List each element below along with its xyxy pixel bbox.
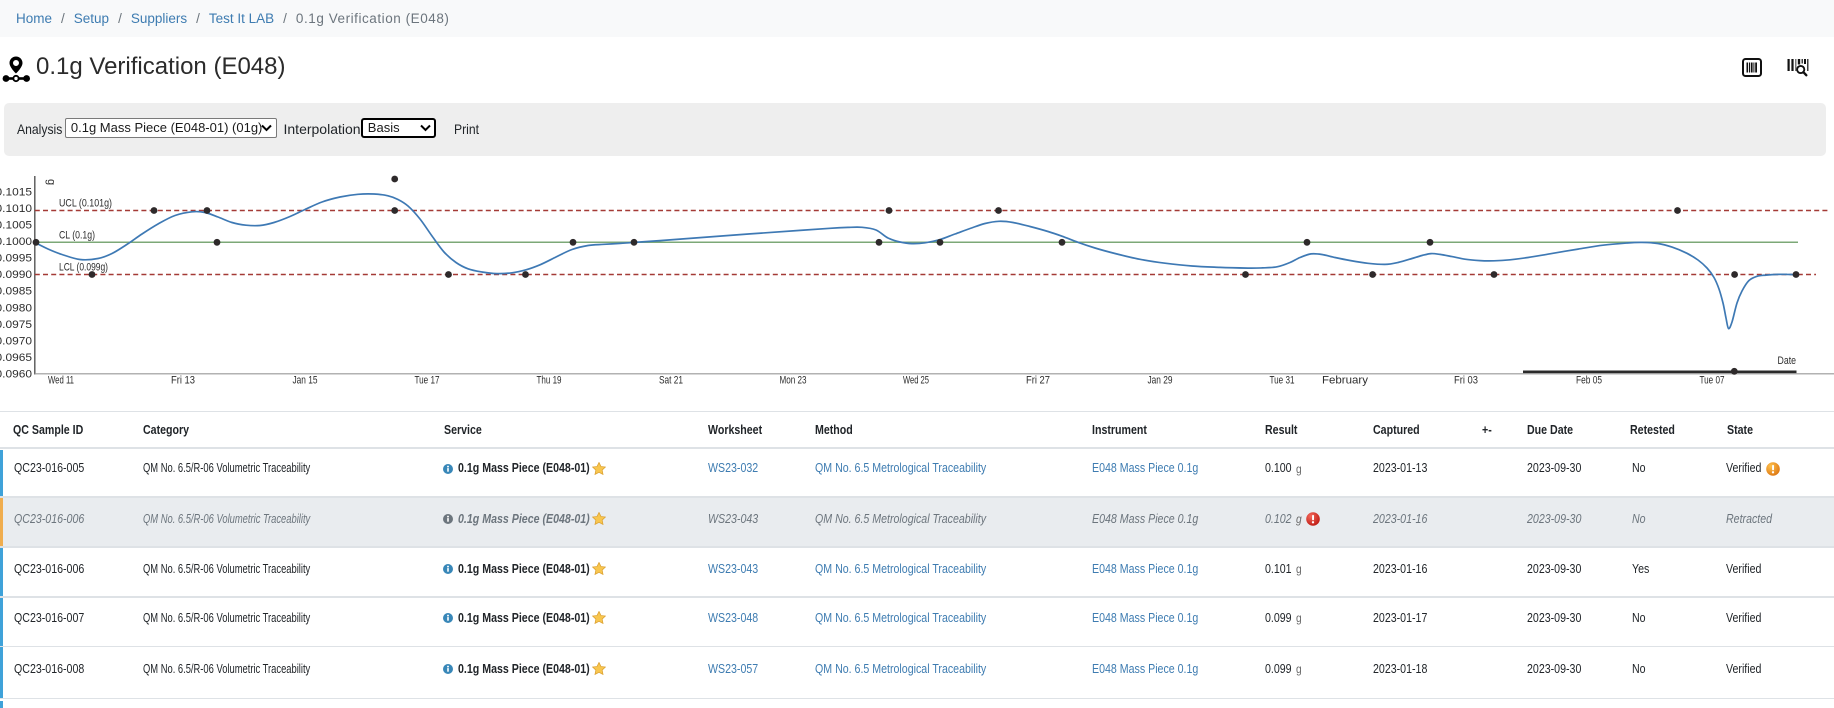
svg-text:Fri 03: Fri 03 [1454, 375, 1478, 387]
svg-text:UCL (0.101g): UCL (0.101g) [59, 198, 112, 210]
svg-text:0.1005: 0.1005 [0, 220, 32, 232]
svg-text:Mon 23: Mon 23 [780, 375, 807, 387]
svg-text:0.0990: 0.0990 [0, 269, 32, 281]
svg-text:0.0975: 0.0975 [0, 319, 32, 331]
svg-text:0.0985: 0.0985 [0, 286, 32, 298]
svg-text:0.0960: 0.0960 [0, 369, 32, 381]
svg-text:Tue 17: Tue 17 [415, 375, 440, 387]
svg-text:0.1010: 0.1010 [0, 203, 32, 215]
svg-text:Wed 11: Wed 11 [48, 375, 74, 387]
svg-text:CL (0.1g): CL (0.1g) [59, 230, 95, 242]
svg-text:Sat 21: Sat 21 [659, 375, 683, 387]
svg-text:Fri 27: Fri 27 [1026, 375, 1050, 387]
svg-text:Fri 13: Fri 13 [171, 375, 195, 387]
svg-text:g: g [45, 179, 57, 185]
svg-text:0.1015: 0.1015 [0, 186, 32, 198]
svg-text:Date: Date [1778, 355, 1797, 367]
svg-text:Jan 15: Jan 15 [293, 375, 318, 387]
svg-text:Jan 29: Jan 29 [1148, 375, 1173, 387]
svg-text:LCL (0.099g): LCL (0.099g) [59, 262, 108, 274]
svg-text:Thu 19: Thu 19 [537, 375, 562, 387]
svg-text:February: February [1322, 375, 1369, 387]
svg-text:0.0965: 0.0965 [0, 352, 32, 364]
svg-text:0.0980: 0.0980 [0, 302, 32, 314]
svg-text:Wed 25: Wed 25 [903, 375, 929, 387]
svg-text:Feb 05: Feb 05 [1576, 375, 1602, 387]
svg-text:0.1000: 0.1000 [0, 236, 32, 248]
svg-text:0.0995: 0.0995 [0, 253, 32, 265]
svg-text:Tue 31: Tue 31 [1270, 375, 1295, 387]
svg-text:Tue 07: Tue 07 [1700, 375, 1725, 387]
svg-text:0.0970: 0.0970 [0, 335, 32, 347]
